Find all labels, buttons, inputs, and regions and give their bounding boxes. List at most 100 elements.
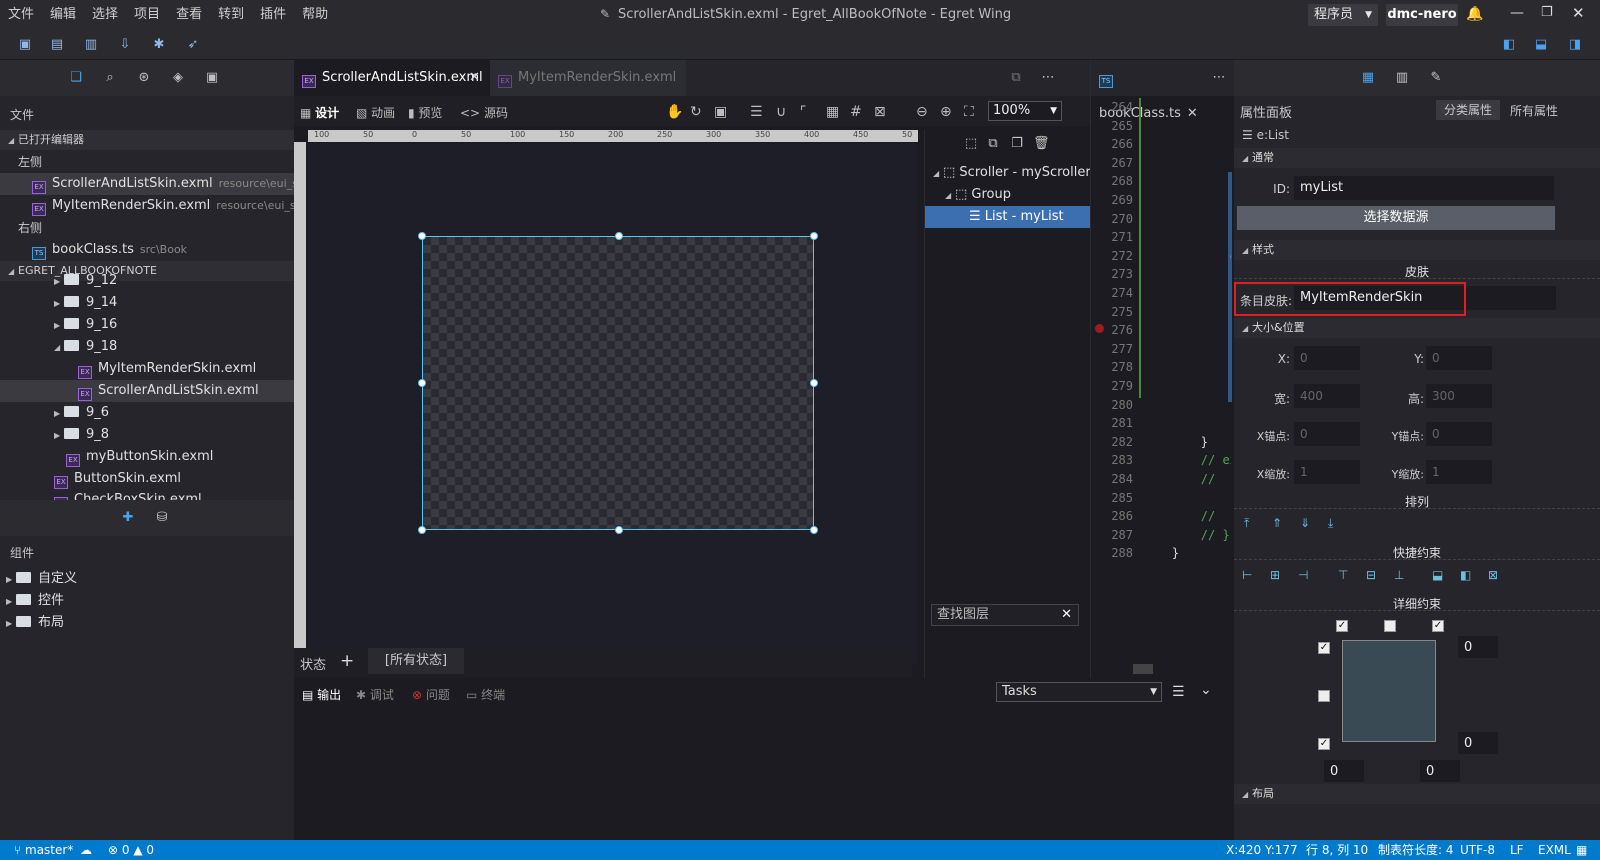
fill-both-icon[interactable]: ⊠ — [1488, 568, 1498, 582]
ruler-toggle-icon[interactable]: ⌜ — [800, 104, 807, 120]
menu-plugins[interactable]: 插件 — [252, 0, 294, 30]
zoom-out-icon[interactable]: ⊖ — [916, 104, 928, 120]
toggle-left-panel-icon[interactable]: ◧ — [1500, 37, 1518, 53]
problems-indicator[interactable]: ⊗ 0 ▲ 0 — [108, 840, 154, 860]
tab-scroller-skin[interactable]: EX ScrollerAndListSkin.exml ✕ — [294, 60, 490, 96]
align-hcenter-icon[interactable]: ⊞ — [1270, 568, 1280, 582]
output-area[interactable] — [294, 708, 1234, 840]
layer-scroller[interactable]: ◢ ⬚ Scroller - myScroller — [925, 162, 1091, 184]
zoom-in-icon[interactable]: ⊕ — [940, 104, 952, 120]
open-editors-header[interactable]: ◢ 已打开编辑器 — [0, 130, 294, 150]
height-field[interactable]: 300 — [1426, 384, 1492, 408]
constraint-right-checkbox[interactable]: ✓ — [1432, 620, 1444, 632]
section-style[interactable]: ◢ 样式 — [1234, 240, 1600, 260]
send-backward-icon[interactable]: ⇓ — [1300, 516, 1310, 530]
all-states-tab[interactable]: [所有状态] — [368, 648, 464, 674]
constraint-left-field[interactable]: 0 — [1324, 760, 1364, 782]
image-icon[interactable]: ⊠ — [874, 104, 886, 120]
constraint-center-checkbox[interactable] — [1384, 620, 1396, 632]
sync-icon[interactable]: ☁ — [80, 840, 92, 860]
menu-project[interactable]: 项目 — [126, 0, 168, 30]
breakpoint-icon[interactable] — [1095, 324, 1104, 333]
zoom-select[interactable]: 100% ▼ — [988, 101, 1062, 121]
extensions-icon[interactable]: ◈ — [170, 70, 186, 86]
tree-file[interactable]: EXCheckBoxSkin.exml — [0, 490, 294, 500]
restore-icon[interactable]: ❐ — [1541, 5, 1553, 20]
tab-category[interactable]: 分类属性 — [1436, 100, 1500, 120]
bring-front-icon[interactable]: ⤒ — [1244, 516, 1249, 531]
fit-icon[interactable]: ▣ — [714, 104, 727, 120]
width-field[interactable]: 400 — [1294, 384, 1360, 408]
fit-window-icon[interactable]: ⛶ — [964, 104, 974, 120]
book-icon[interactable]: ▥ — [1394, 70, 1410, 86]
align-top-icon[interactable]: ⊤ — [1338, 568, 1348, 582]
resize-handle[interactable] — [418, 379, 426, 387]
tree-folder[interactable]: ◢ 9_18 — [0, 336, 294, 358]
resize-handle[interactable] — [810, 526, 818, 534]
tab-item-render-skin[interactable]: EX MyItemRenderSkin.exml — [490, 60, 686, 96]
trash-icon[interactable]: 🗑 — [1033, 136, 1050, 152]
code-line[interactable]: } — [1143, 323, 1231, 337]
line-col[interactable]: 行 8, 列 10 — [1306, 840, 1368, 860]
design-canvas[interactable] — [308, 144, 918, 664]
section-layout[interactable]: ◢ 布局 — [1234, 784, 1600, 804]
constraint-bottom-field[interactable]: 0 — [1458, 732, 1498, 754]
constraint-top-checkbox[interactable]: ✓ — [1318, 642, 1330, 654]
output-tab[interactable]: ▤ 输出 — [302, 686, 341, 703]
search-icon[interactable]: ⌕ — [102, 70, 118, 86]
copy-layer-icon[interactable]: ❐ — [1009, 136, 1025, 152]
resize-handle[interactable] — [615, 232, 623, 240]
line-ending[interactable]: LF — [1510, 840, 1524, 860]
new-project-icon[interactable]: ▣ — [16, 37, 34, 53]
resize-handle[interactable] — [810, 232, 818, 240]
resize-handle[interactable] — [810, 379, 818, 387]
code-line[interactable]: // } — [1143, 528, 1230, 542]
code-line[interactable]: // export — [1143, 453, 1231, 467]
toggle-bottom-panel-icon[interactable]: ⬓ — [1532, 37, 1550, 53]
more-icon[interactable]: ⋯ — [1211, 70, 1227, 86]
menu-edit[interactable]: 编辑 — [42, 0, 84, 30]
terminal-tab[interactable]: ▭ 终端 — [466, 686, 505, 703]
close-window-icon[interactable]: ✕ — [1572, 4, 1585, 22]
constraint-vcenter-checkbox[interactable] — [1318, 690, 1330, 702]
tree-folder[interactable]: ▶ 9_6 — [0, 402, 294, 424]
anchor-x-field[interactable]: 0 — [1294, 422, 1360, 446]
scrollbar-thumb[interactable] — [1133, 664, 1153, 674]
clear-icon[interactable]: ✕ — [1061, 605, 1072, 625]
code-line[interactable]: } — [1143, 416, 1231, 430]
open-file-item[interactable]: EX MyItemRenderSkin.exml resource\eui_ski.… — [0, 195, 294, 217]
add-state-icon[interactable]: + — [340, 651, 354, 671]
code-line[interactable]: p — [1143, 360, 1231, 374]
code-line[interactable]: } — [1143, 435, 1208, 449]
tree-file[interactable]: EX MyItemRenderSkin.exml — [0, 358, 294, 380]
layer-group[interactable]: ◢ ⬚ Group — [925, 184, 1091, 206]
code-line[interactable]: // } — [1143, 509, 1231, 523]
scale-y-field[interactable]: 1 — [1426, 460, 1492, 484]
code-line[interactable]: } — [1143, 546, 1179, 560]
tab-size[interactable]: 制表符长度: 4 — [1378, 840, 1454, 860]
code-line[interactable]: } — [1143, 212, 1231, 226]
mode-source[interactable]: <> 源码 — [460, 104, 508, 121]
tree-file[interactable]: EX ButtonSkin.exml — [0, 468, 294, 490]
refresh-icon[interactable]: ↻ — [690, 104, 702, 120]
select-layer-icon[interactable]: ⬚ — [963, 136, 979, 152]
tasks-select[interactable]: Tasks ▼ — [996, 682, 1162, 702]
library-icon[interactable]: ⛁ — [154, 510, 170, 526]
menu-help[interactable]: 帮助 — [294, 0, 336, 30]
menu-goto[interactable]: 转到 — [210, 0, 252, 30]
encoding[interactable]: UTF-8 — [1460, 840, 1495, 860]
component-group[interactable]: ▶ 控件 — [0, 590, 294, 612]
constraint-top-field[interactable]: 0 — [1458, 636, 1498, 658]
bell-icon[interactable]: 🔔 — [1466, 6, 1483, 22]
git-branch[interactable]: ⑂ master* — [14, 840, 73, 860]
tree-file-selected[interactable]: EX ScrollerAndListSkin.exml — [0, 380, 294, 402]
tab-all[interactable]: 所有属性 — [1510, 102, 1558, 119]
clear-output-icon[interactable]: ☰ — [1172, 684, 1185, 700]
outline-icon[interactable]: ▣ — [204, 70, 220, 86]
constraint-left-checkbox[interactable]: ✓ — [1336, 620, 1348, 632]
problems-tab[interactable]: ⊗ 问题 — [412, 686, 450, 703]
fill-width-icon[interactable]: ⬓ — [1432, 568, 1443, 582]
layer-search-input[interactable]: 查找图层 ✕ — [931, 604, 1079, 626]
section-common[interactable]: ◢ 通常 — [1234, 148, 1600, 168]
menu-select[interactable]: 选择 — [84, 0, 126, 30]
